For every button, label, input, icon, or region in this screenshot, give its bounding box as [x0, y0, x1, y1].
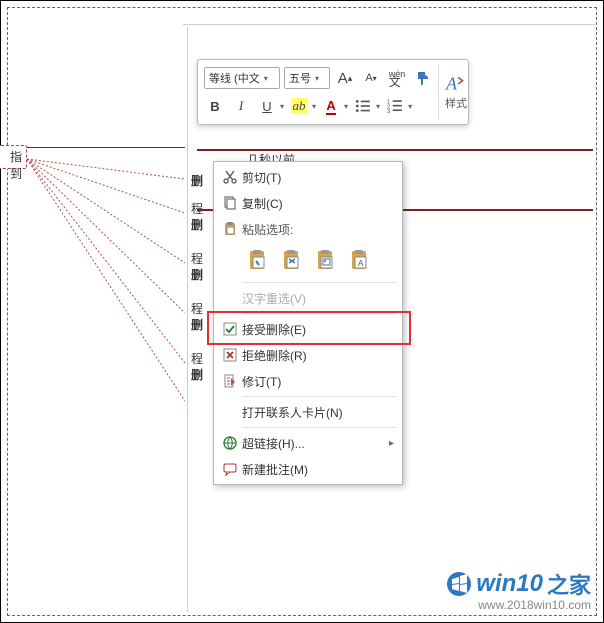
styles-button[interactable]: A 样式: [438, 64, 467, 120]
accept-icon: [218, 321, 242, 337]
svg-text:3: 3: [387, 109, 390, 114]
balloon-anchor-line: [9, 147, 185, 148]
watermark-brand: win10: [476, 570, 543, 598]
menu-paste-header-label: 粘贴选项:: [242, 221, 394, 238]
paste-options-row: A: [214, 242, 402, 280]
menu-reject-delete[interactable]: 拒绝删除(R): [214, 342, 402, 368]
menu-open-contact-label: 打开联系人卡片(N): [242, 404, 394, 421]
paste-icon: [218, 221, 242, 237]
menu-separator: [242, 282, 396, 283]
underline-caret[interactable]: ▾: [280, 102, 284, 111]
reject-icon: [218, 347, 242, 363]
watermark-url: www.2018win10.com: [446, 598, 591, 612]
logo-icon: [446, 571, 472, 597]
phonetic-guide-button[interactable]: wén文: [386, 67, 408, 89]
grow-font-button[interactable]: A▴: [334, 67, 356, 89]
menu-new-comment[interactable]: 新建批注(M): [214, 456, 402, 482]
menu-cut[interactable]: 剪切(T): [214, 164, 402, 190]
menu-reject-delete-label: 拒绝删除(R): [242, 347, 394, 364]
menu-copy-label: 复制(C): [242, 195, 394, 212]
format-painter-button[interactable]: [412, 67, 434, 89]
paste-text-only-button[interactable]: A: [346, 246, 374, 274]
watermark: win10之家 www.2018win10.com: [446, 568, 591, 612]
watermark-suffix: 之家: [547, 568, 591, 600]
track-changes-icon: [218, 373, 242, 389]
paste-picture-button[interactable]: [312, 246, 340, 274]
underline-button[interactable]: U: [256, 95, 278, 117]
watermark-logo: win10之家: [446, 568, 591, 600]
menu-hyperlink-label: 超链接(H)...: [242, 435, 389, 452]
menu-reconvert-label: 汉字重选(V): [242, 290, 394, 307]
italic-button[interactable]: I: [230, 95, 252, 117]
menu-track-changes-label: 修订(T): [242, 373, 394, 390]
submenu-arrow-icon: ▸: [389, 438, 394, 449]
menu-paste-header: 粘贴选项:: [214, 216, 402, 242]
font-color-button[interactable]: A: [320, 95, 342, 117]
bullets-caret[interactable]: ▾: [376, 102, 380, 111]
menu-open-contact[interactable]: 打开联系人卡片(N): [214, 399, 402, 425]
bullets-button[interactable]: [352, 95, 374, 117]
paste-keep-source-button[interactable]: [244, 246, 272, 274]
fragment-text: 指到: [10, 150, 22, 181]
shrink-font-button[interactable]: A▾: [360, 67, 382, 89]
numbering-button[interactable]: 123: [384, 95, 406, 117]
bold-button[interactable]: B: [204, 95, 226, 117]
menu-separator: [242, 427, 396, 428]
context-menu: 剪切(T) 复制(C) 粘贴选项: A 汉字重选(V): [213, 161, 403, 485]
menu-hyperlink[interactable]: 超链接(H)... ▸: [214, 430, 402, 456]
numbering-caret[interactable]: ▾: [408, 102, 412, 111]
menu-copy[interactable]: 复制(C): [214, 190, 402, 216]
menu-track-changes[interactable]: 修订(T): [214, 368, 402, 394]
font-size-select[interactable]: 五号▾: [284, 67, 330, 89]
svg-text:A: A: [358, 259, 364, 268]
menu-accept-delete-label: 接受删除(E): [242, 321, 394, 338]
comment-icon: [218, 461, 242, 477]
menu-cut-label: 剪切(T): [242, 169, 394, 186]
menu-separator: [242, 313, 396, 314]
highlight-caret[interactable]: ▾: [312, 102, 316, 111]
balloon-fragment: 指到: [0, 145, 27, 169]
svg-text:A: A: [445, 74, 457, 94]
font-color-caret[interactable]: ▾: [344, 102, 348, 111]
cut-icon: [218, 169, 242, 185]
ruler: [183, 9, 595, 25]
menu-reconvert: 汉字重选(V): [214, 285, 402, 311]
font-size-value: 五号: [289, 70, 311, 86]
font-family-select[interactable]: 等线 (中文▾: [204, 67, 280, 89]
menu-accept-delete[interactable]: 接受删除(E): [214, 316, 402, 342]
styles-label: 样式: [445, 95, 467, 111]
menu-new-comment-label: 新建批注(M): [242, 461, 394, 478]
highlight-button[interactable]: ab: [288, 95, 310, 117]
font-family-value: 等线 (中文: [209, 70, 260, 86]
mini-toolbar: 等线 (中文▾ 五号▾ A▴ A▾ wén文 B I U ▾ ab: [197, 59, 469, 125]
copy-icon: [218, 195, 242, 211]
hyperlink-icon: [218, 435, 242, 451]
menu-separator: [242, 396, 396, 397]
paste-merge-button[interactable]: [278, 246, 306, 274]
